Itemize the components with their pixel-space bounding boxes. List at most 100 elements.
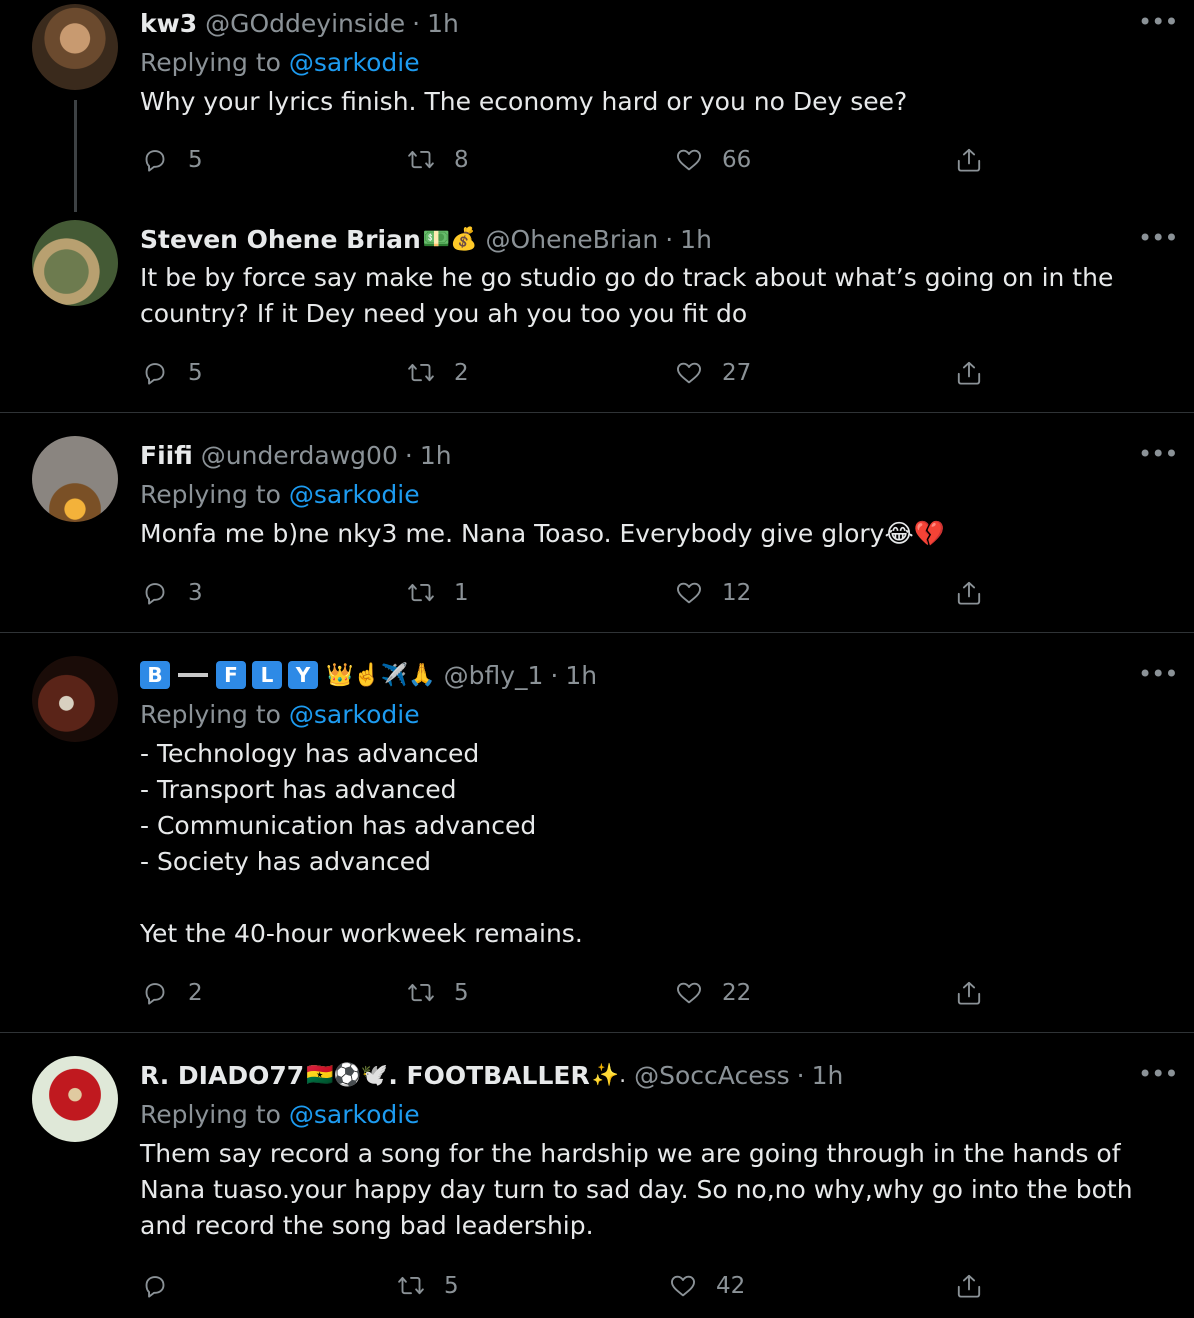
retweet-icon	[408, 983, 434, 1002]
share-icon	[957, 581, 981, 605]
retweet-count: 5	[454, 980, 469, 1006]
separator-dot: ·	[412, 8, 421, 38]
tweet[interactable]: Steven Ohene Brian 💵💰 @OheneBrian · 1h •…	[0, 216, 1194, 412]
like-icon	[677, 582, 701, 604]
retweet-icon	[398, 1276, 424, 1295]
retweet-button[interactable]: 1	[404, 575, 469, 611]
reply-count: 5	[188, 147, 203, 173]
like-button[interactable]: 42	[666, 1268, 745, 1304]
reply-button[interactable]: 3	[138, 575, 203, 611]
share-icon	[957, 361, 981, 385]
reply-count: 2	[188, 980, 203, 1006]
timestamp[interactable]: 1h	[812, 1061, 844, 1090]
timestamp[interactable]: 1h	[427, 9, 459, 38]
user-handle[interactable]: @underdawg00	[201, 441, 398, 470]
more-options-icon[interactable]: •••	[1138, 226, 1178, 250]
user-handle[interactable]: @SoccAcess	[634, 1061, 790, 1090]
reply-button[interactable]: 2	[138, 975, 203, 1011]
share-button[interactable]	[952, 142, 986, 178]
more-options-icon[interactable]: •••	[1138, 10, 1178, 34]
user-handle[interactable]: @bfly_1	[444, 661, 544, 690]
mention-link[interactable]: @sarkodie	[289, 48, 420, 77]
tweet-header: Steven Ohene Brian 💵💰 @OheneBrian · 1h	[140, 222, 712, 256]
replying-to: Replying to @sarkodie	[140, 46, 420, 80]
avatar[interactable]	[32, 436, 118, 522]
share-icon	[957, 1274, 981, 1298]
display-name[interactable]: kw3	[140, 9, 197, 38]
tweet-header: R. DIADO77 🇬🇭⚽🕊️ . FOOTBALLER ✨. @SoccAc…	[140, 1058, 843, 1092]
timestamp[interactable]: 1h	[420, 441, 452, 470]
like-count: 66	[722, 147, 752, 173]
tweet[interactable]: R. DIADO77 🇬🇭⚽🕊️ . FOOTBALLER ✨. @SoccAc…	[0, 1052, 1194, 1318]
divider	[0, 412, 1194, 413]
like-icon	[677, 149, 701, 171]
retweet-button[interactable]: 5	[394, 1268, 459, 1304]
tweet-header: B F L Y 👑☝️✈️🙏 @bfly_1 · 1h	[140, 658, 597, 692]
reply-button[interactable]: 5	[138, 355, 203, 391]
retweet-icon	[408, 150, 434, 169]
replying-to-label: Replying to	[140, 48, 281, 77]
reply-button[interactable]	[138, 1268, 188, 1304]
like-icon	[677, 362, 701, 384]
mention-link[interactable]: @sarkodie	[289, 700, 420, 729]
reply-count: 5	[188, 360, 203, 386]
user-handle[interactable]: @GOddeyinside	[205, 9, 405, 38]
tweet[interactable]: kw3 @GOddeyinside · 1h ••• Replying to @…	[0, 0, 1194, 200]
like-button[interactable]: 22	[672, 975, 751, 1011]
retweet-button[interactable]: 2	[404, 355, 469, 391]
timestamp[interactable]: 1h	[565, 661, 597, 690]
retweet-button[interactable]: 5	[404, 975, 469, 1011]
name-letter-badge: F	[216, 661, 246, 689]
like-button[interactable]: 66	[672, 142, 751, 178]
replying-to-label: Replying to	[140, 1100, 281, 1129]
retweet-button[interactable]: 8	[404, 142, 469, 178]
retweet-count: 8	[454, 147, 469, 173]
user-handle[interactable]: @OheneBrian	[486, 225, 659, 254]
replying-to: Replying to @sarkodie	[140, 478, 420, 512]
reply-icon	[145, 983, 165, 1005]
name-letter-badge: B	[140, 661, 170, 689]
tweet-header: kw3 @GOddeyinside · 1h	[140, 6, 459, 40]
display-name[interactable]: R. DIADO77	[140, 1061, 304, 1090]
like-button[interactable]: 12	[672, 575, 751, 611]
name-emoji: ✨.	[591, 1062, 627, 1088]
tweet-text: It be by force say make he go studio go …	[140, 263, 1114, 328]
like-icon	[677, 982, 701, 1004]
like-count: 27	[722, 360, 752, 386]
tweet-header: Fiifi @underdawg00 · 1h	[140, 438, 452, 472]
more-options-icon[interactable]: •••	[1138, 1062, 1178, 1086]
avatar[interactable]	[32, 1056, 118, 1142]
name-emoji: 🇬🇭⚽🕊️	[306, 1062, 389, 1088]
mention-link[interactable]: @sarkodie	[289, 1100, 420, 1129]
tweet[interactable]: B F L Y 👑☝️✈️🙏 @bfly_1 · 1h ••• Replying…	[0, 652, 1194, 1032]
like-count: 22	[722, 980, 752, 1006]
mention-link[interactable]: @sarkodie	[289, 480, 420, 509]
timestamp[interactable]: 1h	[680, 225, 712, 254]
divider	[0, 1032, 1194, 1033]
separator-dot: ·	[796, 1060, 805, 1090]
share-button[interactable]	[952, 1268, 986, 1304]
share-button[interactable]	[952, 975, 986, 1011]
reply-button[interactable]: 5	[138, 142, 203, 178]
display-name-suffix[interactable]: . FOOTBALLER	[388, 1061, 589, 1090]
avatar[interactable]	[32, 220, 118, 306]
replying-to-label: Replying to	[140, 700, 281, 729]
name-dash	[178, 673, 208, 677]
share-button[interactable]	[952, 575, 986, 611]
name-emoji: 💵💰	[422, 226, 478, 252]
retweet-icon	[408, 363, 434, 382]
more-options-icon[interactable]: •••	[1138, 662, 1178, 686]
avatar[interactable]	[32, 656, 118, 742]
display-name[interactable]: Fiifi	[140, 441, 193, 470]
more-options-icon[interactable]: •••	[1138, 442, 1178, 466]
share-button[interactable]	[952, 355, 986, 391]
avatar[interactable]	[32, 4, 118, 90]
separator-dot: ·	[404, 440, 413, 470]
display-name[interactable]: Steven Ohene Brian	[140, 225, 421, 254]
like-button[interactable]: 27	[672, 355, 751, 391]
tweet[interactable]: Fiifi @underdawg00 · 1h ••• Replying to …	[0, 432, 1194, 632]
name-emoji: 👑☝️✈️🙏	[326, 662, 436, 688]
retweet-icon	[408, 583, 434, 602]
name-letter-badge: Y	[288, 661, 318, 689]
name-letter-badge: L	[252, 661, 282, 689]
